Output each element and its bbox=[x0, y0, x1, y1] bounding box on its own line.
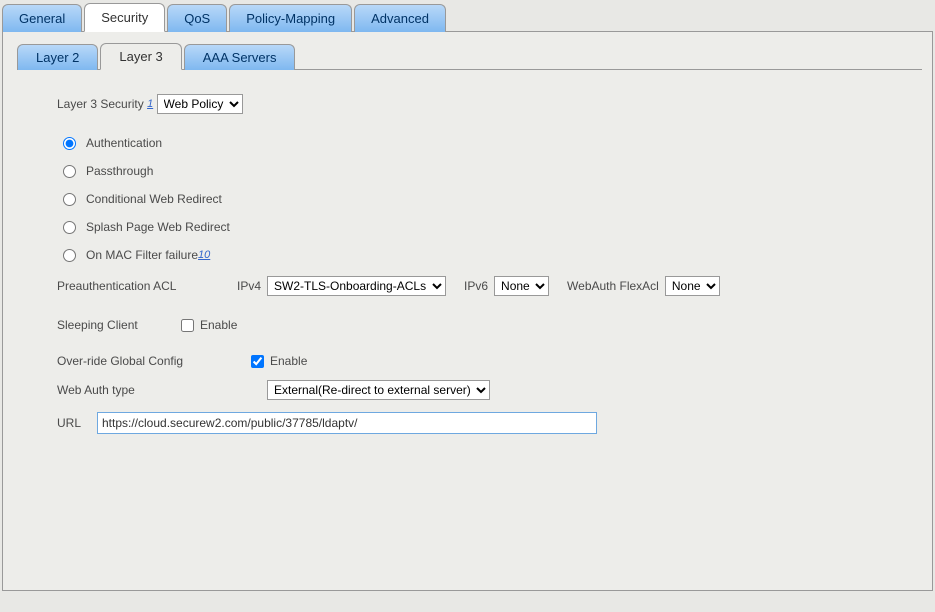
url-row: URL bbox=[57, 412, 902, 434]
tab-advanced[interactable]: Advanced bbox=[354, 4, 446, 32]
radio-macfilter-label: On MAC Filter failure bbox=[86, 248, 198, 262]
outer-tabs: General Security QoS Policy-Mapping Adva… bbox=[2, 2, 933, 31]
preauth-label: Preauthentication ACL bbox=[57, 279, 237, 293]
inner-tabs: Layer 2 Layer 3 AAA Servers bbox=[17, 42, 922, 69]
override-global-row: Over-ride Global Config Enable bbox=[57, 354, 902, 368]
radio-passthrough[interactable] bbox=[63, 165, 76, 178]
footnote-1[interactable]: 1 bbox=[147, 98, 153, 110]
radio-passthrough-label: Passthrough bbox=[86, 164, 153, 178]
tab-layer2[interactable]: Layer 2 bbox=[17, 44, 98, 70]
sleeping-client-row: Sleeping Client Enable bbox=[57, 318, 902, 332]
radio-authentication-label: Authentication bbox=[86, 136, 162, 150]
layer3-security-row: Layer 3 Security 1 Web Policy bbox=[57, 94, 902, 114]
radio-authentication-row: Authentication bbox=[63, 136, 902, 150]
url-label: URL bbox=[57, 416, 97, 430]
preauth-flexacl-label: WebAuth FlexAcl bbox=[567, 279, 659, 293]
preauth-row: Preauthentication ACL IPv4 SW2-TLS-Onboa… bbox=[57, 276, 902, 296]
outer-content: Layer 2 Layer 3 AAA Servers Layer 3 Secu… bbox=[2, 31, 933, 591]
radio-conditional-row: Conditional Web Redirect bbox=[63, 192, 902, 206]
sleeping-client-label: Sleeping Client bbox=[57, 318, 177, 332]
override-global-label: Over-ride Global Config bbox=[57, 354, 247, 368]
radio-conditional[interactable] bbox=[63, 193, 76, 206]
url-input[interactable] bbox=[97, 412, 597, 434]
override-global-checkbox[interactable] bbox=[251, 355, 264, 368]
radio-macfilter-row: On MAC Filter failure 10 bbox=[63, 248, 902, 262]
radio-macfilter[interactable] bbox=[63, 249, 76, 262]
layer3-security-select[interactable]: Web Policy bbox=[157, 94, 243, 114]
preauth-ipv6-select[interactable]: None bbox=[494, 276, 549, 296]
webauth-type-row: Web Auth type External(Re-direct to exte… bbox=[57, 380, 902, 400]
tab-layer3[interactable]: Layer 3 bbox=[100, 43, 181, 70]
webauth-type-select[interactable]: External(Re-direct to external server) bbox=[267, 380, 490, 400]
override-global-enable-label: Enable bbox=[270, 354, 307, 368]
radio-conditional-label: Conditional Web Redirect bbox=[86, 192, 222, 206]
radio-passthrough-row: Passthrough bbox=[63, 164, 902, 178]
tab-security[interactable]: Security bbox=[84, 3, 165, 32]
sleeping-client-checkbox[interactable] bbox=[181, 319, 194, 332]
radio-authentication[interactable] bbox=[63, 137, 76, 150]
sleeping-client-enable-label: Enable bbox=[200, 318, 237, 332]
preauth-ipv4-select[interactable]: SW2-TLS-Onboarding-ACLs bbox=[267, 276, 446, 296]
tab-general[interactable]: General bbox=[2, 4, 82, 32]
tab-aaa-servers[interactable]: AAA Servers bbox=[184, 44, 296, 70]
radio-splash-row: Splash Page Web Redirect bbox=[63, 220, 902, 234]
preauth-ipv4-label: IPv4 bbox=[237, 279, 261, 293]
footnote-10[interactable]: 10 bbox=[198, 249, 210, 261]
preauth-ipv6-label: IPv6 bbox=[464, 279, 488, 293]
layer3-panel: Layer 3 Security 1 Web Policy Authentica… bbox=[17, 69, 922, 466]
preauth-flexacl-select[interactable]: None bbox=[665, 276, 720, 296]
webauth-type-label: Web Auth type bbox=[57, 383, 267, 397]
radio-splash-label: Splash Page Web Redirect bbox=[86, 220, 230, 234]
tab-qos[interactable]: QoS bbox=[167, 4, 227, 32]
layer3-security-label: Layer 3 Security bbox=[57, 97, 144, 111]
tab-policy-mapping[interactable]: Policy-Mapping bbox=[229, 4, 352, 32]
radio-splash[interactable] bbox=[63, 221, 76, 234]
